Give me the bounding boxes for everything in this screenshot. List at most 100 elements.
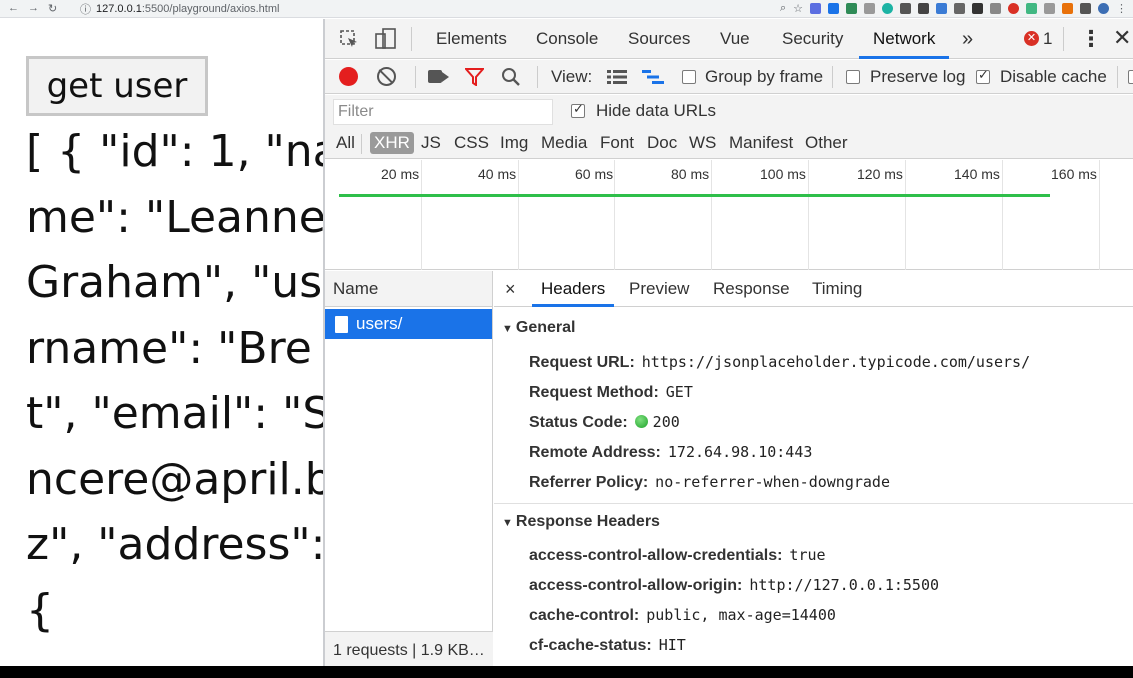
divider: [832, 66, 833, 88]
filter-type-img[interactable]: Img: [500, 133, 528, 153]
filter-type-css[interactable]: CSS: [454, 133, 489, 153]
avatar[interactable]: [1098, 3, 1109, 14]
extension-icon[interactable]: [936, 3, 947, 14]
hide-data-urls-checkbox[interactable]: [571, 101, 585, 118]
kebab-menu-icon[interactable]: ⋮: [1080, 26, 1102, 52]
close-icon[interactable]: ×: [505, 271, 516, 307]
kebab-menu-icon[interactable]: ⋮: [1116, 2, 1127, 15]
reload-icon[interactable]: ↻: [48, 2, 57, 15]
extension-icon[interactable]: [1008, 3, 1019, 14]
header-value: 172.64.98.10:443: [667, 443, 813, 461]
extension-icon[interactable]: [864, 3, 875, 14]
filter-type-doc[interactable]: Doc: [647, 133, 677, 153]
tab-preview[interactable]: Preview: [629, 271, 689, 307]
extension-icon[interactable]: [1044, 3, 1055, 14]
tab-timing[interactable]: Timing: [812, 271, 862, 307]
filter-type-font[interactable]: Font: [600, 133, 634, 153]
filter-type-ws[interactable]: WS: [689, 133, 716, 153]
filter-type-js[interactable]: JS: [421, 133, 441, 153]
tab-response[interactable]: Response: [713, 271, 790, 307]
status-ok-icon: [634, 415, 648, 428]
response-headers-section-toggle[interactable]: ▼ Response Headers: [502, 513, 660, 531]
view-label: View:: [551, 67, 593, 86]
filter-type-xhr[interactable]: XHR: [370, 132, 414, 154]
screen-bottom-edge: [0, 666, 1133, 678]
divider: [494, 503, 1133, 504]
extension-icon[interactable]: [810, 3, 821, 14]
timeline-tick: 80 ms: [615, 160, 712, 270]
tab-vue[interactable]: Vue: [720, 19, 750, 59]
extensions-bar: ⌕ ☆ ⋮: [780, 2, 1127, 15]
divider: [1117, 66, 1118, 88]
extension-icon[interactable]: [972, 3, 983, 14]
clear-icon[interactable]: [377, 67, 396, 86]
tab-console[interactable]: Console: [536, 19, 598, 59]
filter-input[interactable]: Filter: [333, 99, 553, 125]
filter-type-other[interactable]: Other: [805, 133, 848, 153]
divider: [537, 66, 538, 88]
header-value: http://127.0.0.1:5500: [749, 576, 940, 594]
error-icon[interactable]: ✕: [1024, 31, 1039, 46]
page-content: get user [ { "id": 1, "name": "Leanne Gr…: [0, 19, 323, 669]
group-by-frame-checkbox[interactable]: [682, 70, 696, 84]
large-rows-icon[interactable]: [607, 69, 627, 90]
vue-devtools-icon[interactable]: [1026, 3, 1037, 14]
forward-icon[interactable]: →: [28, 2, 39, 15]
extension-icon[interactable]: [1062, 3, 1073, 14]
response-header-row: cache-control: public, max-age=14400: [529, 606, 836, 625]
filter-icon[interactable]: [463, 68, 486, 91]
offline-checkbox[interactable]: [1128, 70, 1133, 84]
close-icon[interactable]: ✕: [1113, 25, 1131, 51]
request-name: users/: [356, 314, 403, 333]
request-url-row: Request URL: https://jsonplaceholder.typi…: [529, 353, 1030, 372]
tab-elements[interactable]: Elements: [436, 19, 507, 59]
header-value: no-referrer-when-downgrade: [655, 473, 890, 491]
zoom-icon[interactable]: ⌕: [780, 2, 786, 15]
tab-security[interactable]: Security: [782, 19, 843, 59]
filter-type-manifest[interactable]: Manifest: [729, 133, 793, 153]
address-bar[interactable]: ⓘ 127.0.0.1:5500/playground/axios.html: [80, 1, 279, 17]
extension-icon[interactable]: [954, 3, 965, 14]
extension-icon[interactable]: [846, 3, 857, 14]
extension-icon[interactable]: [990, 3, 1001, 14]
device-toolbar-icon[interactable]: [375, 28, 397, 55]
name-column-header[interactable]: Name: [325, 271, 492, 307]
waterfall-icon[interactable]: [642, 69, 664, 90]
tab-sources[interactable]: Sources: [628, 19, 690, 59]
request-row[interactable]: users/: [325, 309, 492, 339]
tab-network[interactable]: Network: [859, 19, 950, 59]
header-key: cache-control:: [529, 607, 640, 624]
extension-icon[interactable]: [828, 3, 839, 14]
response-header-row: access-control-allow-credentials: true: [529, 546, 826, 565]
extension-icon[interactable]: [1080, 3, 1091, 14]
preserve-log-checkbox[interactable]: [846, 70, 860, 84]
tab-headers[interactable]: Headers: [532, 271, 615, 307]
inspect-element-icon[interactable]: [339, 29, 359, 54]
disable-cache-checkbox[interactable]: [976, 67, 990, 84]
url-host: 127.0.0.1: [96, 2, 142, 15]
filter-type-media[interactable]: Media: [541, 133, 587, 153]
network-timeline[interactable]: 20 ms 40 ms 60 ms 80 ms 100 ms 120 ms 14…: [325, 160, 1133, 270]
more-tabs-icon[interactable]: »: [962, 19, 973, 59]
extension-icon[interactable]: [900, 3, 911, 14]
divider: [415, 66, 416, 88]
get-user-button[interactable]: get user: [26, 56, 208, 116]
tick-label: 140 ms: [954, 166, 1000, 182]
triangle-down-icon: ▼: [502, 517, 513, 529]
divider: [411, 27, 412, 51]
bookmark-star-icon[interactable]: ☆: [793, 2, 803, 15]
header-key: Remote Address:: [529, 444, 661, 461]
capture-screenshots-icon[interactable]: [428, 70, 442, 83]
referrer-policy-row: Referrer Policy: no-referrer-when-downgra…: [529, 473, 890, 492]
filter-type-all[interactable]: All: [336, 133, 355, 153]
extension-icon[interactable]: [882, 3, 893, 14]
json-output: [ { "id": 1, "name": "Leanne Graham", "u…: [26, 126, 323, 636]
info-icon[interactable]: ⓘ: [80, 1, 91, 17]
general-section-toggle[interactable]: ▼ General: [502, 319, 575, 337]
search-icon[interactable]: [501, 67, 521, 92]
record-icon[interactable]: [339, 67, 358, 86]
extension-icon[interactable]: [918, 3, 929, 14]
back-icon[interactable]: ←: [8, 2, 19, 15]
timeline-tick: 140 ms: [906, 160, 1003, 270]
error-count[interactable]: 1: [1043, 29, 1052, 49]
